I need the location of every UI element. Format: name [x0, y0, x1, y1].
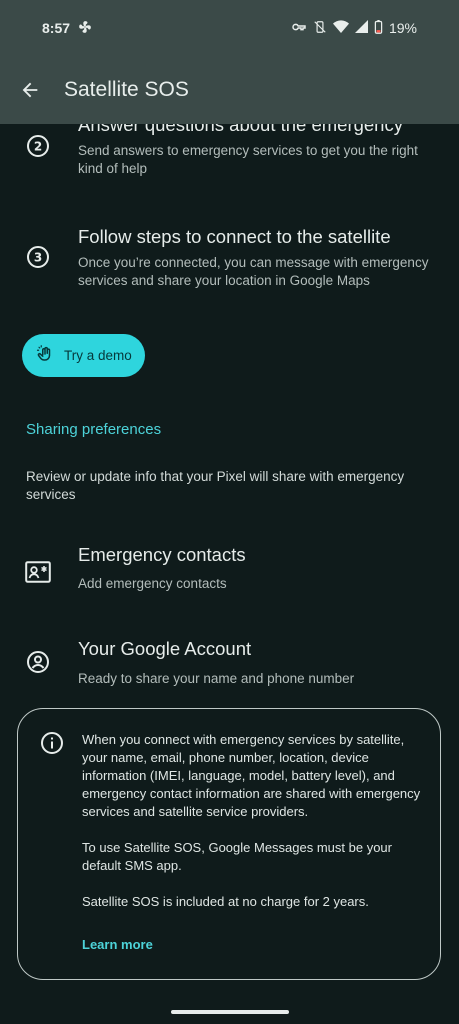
svg-text:2: 2 [34, 140, 42, 154]
number-three-circle-icon: 3 [24, 243, 52, 271]
number-two-circle-icon: 2 [24, 132, 52, 160]
svg-text:3: 3 [34, 251, 42, 265]
navigation-handle[interactable] [171, 1010, 289, 1014]
info-paragraph-messages: To use Satellite SOS, Google Messages mu… [82, 840, 392, 873]
wifi-icon [332, 19, 349, 37]
info-card: When you connect with emergency services… [17, 708, 441, 980]
info-icon [41, 732, 63, 754]
status-bar: 8:57 19% [0, 0, 459, 56]
page-title: Satellite SOS [64, 78, 189, 101]
contact-card-icon [24, 558, 52, 586]
info-paragraph-no-charge: Satellite SOS is included at no charge f… [82, 894, 369, 909]
list-item-google-account[interactable]: Your Google Account Ready to share your … [0, 624, 459, 698]
arrow-back-icon [22, 82, 38, 98]
account-circle-icon [24, 648, 52, 676]
google-account-title: Your Google Account [78, 638, 252, 659]
info-paragraph-data-shared: When you connect with emergency services… [82, 732, 421, 819]
touch-gesture-icon [36, 345, 54, 366]
cell-signal-icon [354, 20, 368, 36]
battery-percent: 19% [388, 20, 417, 36]
vpn-key-icon [291, 20, 307, 37]
learn-more-link[interactable]: Learn more [82, 937, 153, 952]
fan-notification-icon [78, 20, 92, 37]
sharing-description: Review or update info that your Pixel wi… [26, 469, 405, 502]
vibrate-off-icon [313, 20, 327, 37]
emergency-contacts-title: Emergency contacts [78, 544, 246, 565]
battery-icon [374, 19, 383, 37]
try-demo-label: Try a demo [64, 348, 132, 363]
list-item-emergency-contacts[interactable]: Emergency contacts Add emergency contact… [0, 530, 459, 604]
step-3-title: Follow steps to connect to the satellite [78, 226, 391, 247]
try-demo-button[interactable]: Try a demo [22, 334, 145, 377]
back-button[interactable] [10, 70, 50, 110]
step-2-subtitle: Send answers to emergency services to ge… [78, 143, 418, 176]
step-3-subtitle: Once you’re connected, you can message w… [78, 255, 429, 288]
content-scroll-area[interactable]: Answer questions about the emergency 2 S… [0, 124, 459, 1024]
status-time: 8:57 [42, 20, 71, 36]
step-2-title: Answer questions about the emergency [78, 124, 403, 135]
section-header-sharing: Sharing preferences [26, 421, 162, 438]
emergency-contacts-subtitle: Add emergency contacts [78, 576, 227, 591]
app-bar: Satellite SOS [0, 56, 459, 124]
google-account-subtitle: Ready to share your name and phone numbe… [78, 671, 355, 686]
